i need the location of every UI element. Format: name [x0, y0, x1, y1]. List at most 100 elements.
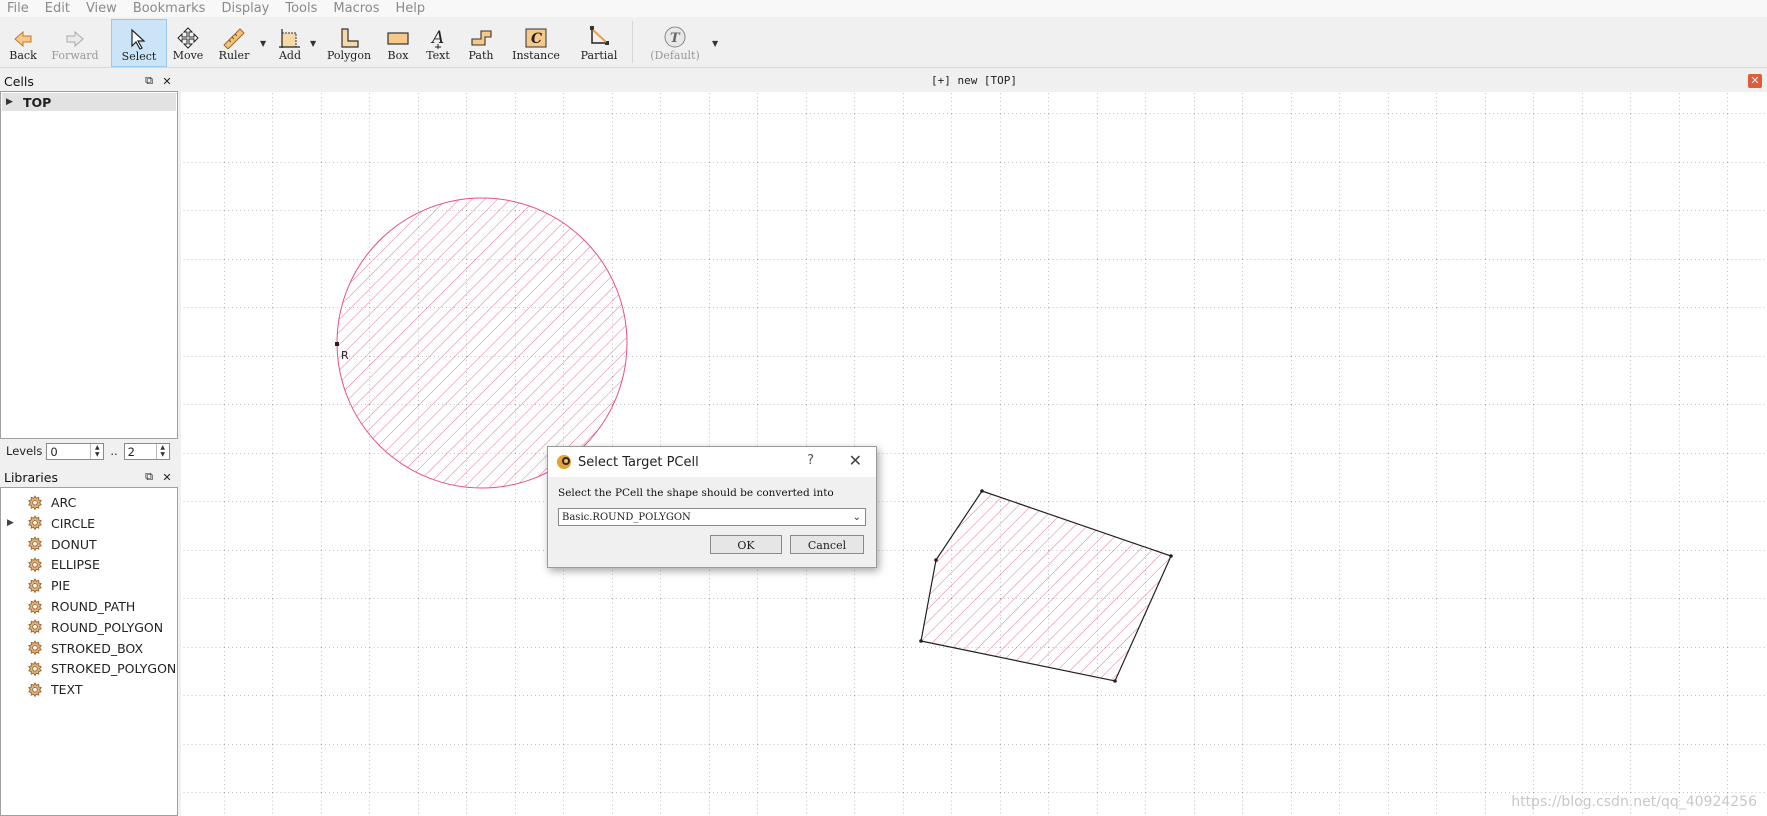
tab-title[interactable]: [+] new [TOP] [181, 74, 1767, 87]
instance-label: Instance [512, 49, 560, 62]
library-item-label: ROUND_PATH [51, 599, 136, 614]
dialog-title: Select Target PCell [578, 454, 699, 470]
box-button[interactable]: Box [382, 19, 414, 65]
pcell-gear-icon [27, 619, 43, 635]
menu-bookmarks[interactable]: Bookmarks [126, 0, 215, 17]
levels-from-value: 0 [50, 444, 58, 459]
text-button[interactable]: A Text [422, 19, 454, 65]
levels-separator: .. [110, 444, 118, 458]
pcell-gear-icon [27, 681, 43, 698]
library-item-label: TEXT [51, 682, 83, 698]
libraries-panel-title: Libraries [4, 469, 58, 485]
pcell-gear-icon [27, 598, 43, 615]
selection-handle[interactable] [335, 342, 339, 346]
polygon-button[interactable]: Polygon [326, 19, 372, 65]
pcell-gear-icon [27, 494, 43, 511]
polygon-icon [341, 28, 359, 48]
menu-tools[interactable]: Tools [278, 0, 326, 17]
default-template-button[interactable]: T (Default) [644, 19, 706, 65]
path-button[interactable]: Path [464, 19, 498, 65]
library-item[interactable]: ARC [1, 492, 76, 513]
move-label: Move [172, 49, 204, 62]
text-a-icon: A [430, 28, 444, 49]
library-item[interactable]: STROKED_BOX [1, 638, 143, 659]
select-target-pcell-dialog: Select Target PCell ? ✕ Select the PCell… [547, 446, 877, 568]
toolbar-separator [632, 21, 633, 63]
pcell-gear-icon [27, 661, 43, 677]
text-style-t-icon: T [664, 26, 686, 48]
default-dropdown-icon[interactable]: ▼ [712, 39, 718, 48]
layout-canvas[interactable]: R [181, 70, 1767, 816]
move-button[interactable]: Move [170, 19, 206, 65]
svg-text:T: T [670, 31, 681, 46]
library-item[interactable]: TEXT [1, 679, 83, 700]
ruler-icon [223, 28, 245, 49]
select-button[interactable]: Select [111, 19, 167, 67]
library-item[interactable]: ▶ CIRCLE [1, 513, 95, 534]
close-icon[interactable]: ✕ [849, 451, 862, 470]
library-item[interactable]: STROKED_POLYGON [1, 658, 176, 679]
svg-text:C: C [531, 31, 542, 47]
pcell-select[interactable]: Basic.ROUND_POLYGON ⌄ [558, 508, 866, 526]
dialog-message: Select the PCell the shape should be con… [558, 487, 834, 499]
float-panel-icon[interactable]: ⧉ [142, 470, 156, 484]
layout-tab-bar: [+] new [TOP] ✕ [181, 70, 1767, 92]
instance-c-icon: C [525, 28, 547, 48]
back-label: Back [9, 49, 37, 62]
cell-name: TOP [23, 94, 52, 110]
close-panel-icon[interactable]: ✕ [160, 471, 174, 484]
cursor-arrow-icon [131, 28, 146, 50]
add-grid-icon [279, 29, 300, 48]
add-button[interactable]: Add [272, 19, 308, 65]
help-icon[interactable]: ? [807, 453, 814, 468]
marker-label: R [341, 349, 349, 362]
ok-button[interactable]: OK [710, 535, 782, 554]
menu-file[interactable]: File [0, 0, 38, 17]
library-item[interactable]: ROUND_PATH [1, 596, 135, 617]
cell-row-top[interactable]: ▶ TOP [2, 93, 176, 111]
toolbar: Back Forward Select Move Ruler ▼ Add ▼ P… [0, 17, 1767, 68]
circle-shape[interactable] [336, 197, 628, 489]
close-panel-icon[interactable]: ✕ [160, 75, 174, 88]
back-button[interactable]: Back [4, 19, 42, 65]
spin-arrows-icon[interactable]: ▲ ▼ [90, 443, 103, 459]
expand-arrow-icon[interactable]: ▶ [7, 518, 17, 528]
library-item-label: STROKED_POLYGON [51, 661, 177, 677]
close-tab-icon[interactable]: ✕ [1748, 74, 1762, 88]
select-label: Select [121, 50, 157, 63]
spin-arrows-icon[interactable]: ▲ ▼ [155, 443, 169, 459]
forward-button[interactable]: Forward [50, 19, 100, 65]
menu-bar: File Edit View Bookmarks Display Tools M… [0, 0, 1767, 17]
default-label: (Default) [650, 49, 700, 62]
menu-edit[interactable]: Edit [38, 0, 79, 17]
svg-text:A: A [430, 28, 444, 48]
levels-to-spinbox[interactable]: 2 ▲ ▼ [123, 442, 170, 460]
library-item[interactable]: PIE [1, 575, 70, 596]
add-dropdown-icon[interactable]: ▼ [310, 39, 316, 48]
menu-macros[interactable]: Macros [326, 0, 388, 17]
menu-display[interactable]: Display [214, 0, 278, 17]
cells-panel-header: Cells ⧉ ✕ [0, 72, 178, 90]
menu-help[interactable]: Help [389, 0, 435, 17]
libraries-tree[interactable]: ARC ▶ CIRCLE DONUT ELLIPSE PIE ROUND_PATH ROUND… [0, 487, 178, 816]
cancel-button[interactable]: Cancel [790, 535, 864, 554]
ruler-button[interactable]: Ruler [214, 19, 254, 65]
library-item[interactable]: ELLIPSE [1, 554, 100, 575]
cells-tree[interactable]: ▶ TOP [0, 91, 178, 439]
levels-bar: Levels 0 ▲ ▼ .. 2 ▲ ▼ [0, 440, 178, 462]
ruler-dropdown-icon[interactable]: ▼ [260, 39, 266, 48]
levels-from-spinbox[interactable]: 0 ▲ ▼ [46, 442, 105, 460]
library-item[interactable]: ROUND_POLYGON [1, 617, 163, 638]
library-item[interactable]: DONUT [1, 534, 97, 555]
app-logo-icon [557, 455, 571, 469]
expand-arrow-icon[interactable]: ▶ [6, 97, 15, 107]
ruler-label: Ruler [218, 49, 250, 62]
path-label: Path [468, 49, 494, 62]
partial-button[interactable]: Partial [576, 19, 622, 65]
pcell-gear-icon [27, 536, 43, 552]
library-item-label: ARC [51, 495, 77, 510]
menu-view[interactable]: View [79, 0, 126, 17]
text-label: Text [426, 49, 450, 62]
float-panel-icon[interactable]: ⧉ [142, 74, 156, 88]
instance-button[interactable]: C Instance [510, 19, 562, 65]
